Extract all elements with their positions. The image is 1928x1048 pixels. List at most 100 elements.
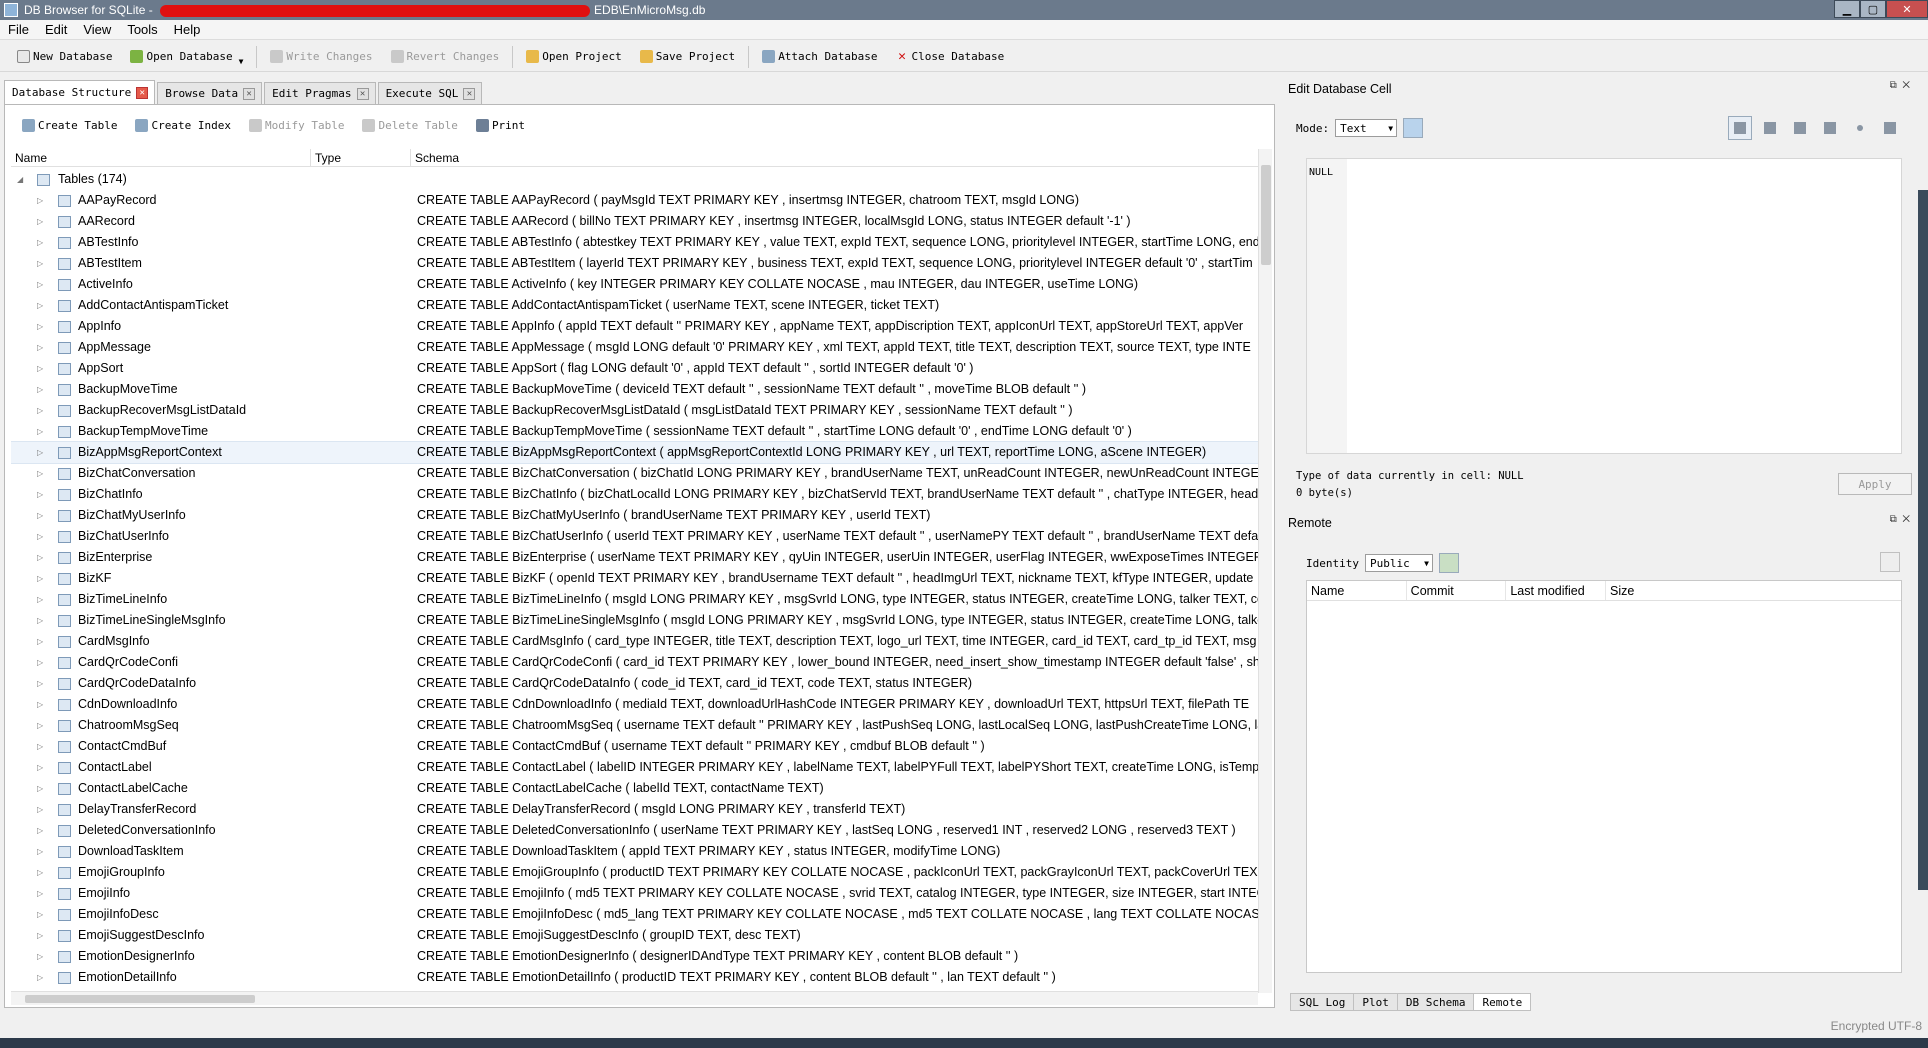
table-row[interactable]: ▷ BizChatInfo CREATE TABLE BizChatInfo ( b… bbox=[11, 484, 1258, 505]
table-row[interactable]: ▷ BizTimeLineSingleMsgInfo CREATE TABLE Bi… bbox=[11, 610, 1258, 631]
expand-arrow-icon[interactable]: ▷ bbox=[37, 568, 43, 589]
expand-arrow-icon[interactable]: ▷ bbox=[37, 778, 43, 799]
table-row[interactable]: ▷ EmotionDetailInfo CREATE TABLE EmotionDe… bbox=[11, 967, 1258, 988]
table-row[interactable]: ▷ EmojiInfoDesc CREATE TABLE EmojiInfoDesc… bbox=[11, 904, 1258, 925]
close-dock-icon[interactable]: ✕ bbox=[1902, 80, 1910, 91]
remote-push-button[interactable] bbox=[1880, 552, 1900, 572]
expand-arrow-icon[interactable]: ▷ bbox=[37, 442, 43, 463]
apply-button[interactable]: Apply bbox=[1838, 473, 1912, 495]
vertical-scrollbar[interactable] bbox=[1258, 149, 1272, 993]
scroll-thumb[interactable] bbox=[25, 995, 255, 1003]
expand-arrow-icon[interactable]: ▷ bbox=[37, 316, 43, 337]
expand-arrow-icon[interactable]: ▷ bbox=[37, 967, 43, 988]
menu-tools[interactable]: Tools bbox=[119, 22, 165, 37]
table-row[interactable]: ▷ BizChatUserInfo CREATE TABLE BizChatUser… bbox=[11, 526, 1258, 547]
cell-editor[interactable]: NULL bbox=[1306, 158, 1902, 454]
expand-arrow-icon[interactable]: ▷ bbox=[37, 358, 43, 379]
expand-arrow-icon[interactable]: ▷ bbox=[37, 715, 43, 736]
table-row[interactable]: ▷ DeletedConversationInfo CREATE TABLE Del… bbox=[11, 820, 1258, 841]
table-row[interactable]: ▷ AppMessage CREATE TABLE AppMessage ( msg… bbox=[11, 337, 1258, 358]
expand-arrow-icon[interactable]: ▷ bbox=[37, 505, 43, 526]
menu-help[interactable]: Help bbox=[166, 22, 209, 37]
open-database-dropdown-icon[interactable]: ▼ bbox=[239, 57, 244, 66]
table-row[interactable]: ▷ ContactLabel CREATE TABLE ContactLabel (… bbox=[11, 757, 1258, 778]
close-dock-icon[interactable]: ✕ bbox=[1902, 514, 1910, 525]
expand-arrow-icon[interactable]: ▷ bbox=[37, 820, 43, 841]
table-row[interactable]: ▷ AAPayRecord CREATE TABLE AAPayRecord ( p… bbox=[11, 190, 1258, 211]
close-tab-icon[interactable]: ✕ bbox=[463, 87, 476, 100]
remote-files-table[interactable]: Name Commit Last modified Size bbox=[1306, 580, 1902, 973]
close-tab-icon[interactable]: ✕ bbox=[356, 87, 369, 100]
expand-arrow-icon[interactable]: ▷ bbox=[37, 484, 43, 505]
table-row[interactable]: ▷ EmojiSuggestDescInfo CREATE TABLE EmojiS… bbox=[11, 925, 1258, 946]
column-header-name[interactable]: Name bbox=[11, 149, 311, 166]
close-database-button[interactable]: ✕ Close Database bbox=[887, 45, 1014, 69]
expand-arrow-icon[interactable]: ▷ bbox=[37, 610, 43, 631]
table-row[interactable]: ▷ EmotionDesignerInfo CREATE TABLE Emotion… bbox=[11, 946, 1258, 967]
table-row[interactable]: ▷ CardQrCodeConfi CREATE TABLE CardQrCodeC… bbox=[11, 652, 1258, 673]
table-row[interactable]: ▷ ABTestInfo CREATE TABLE ABTestInfo ( abt… bbox=[11, 232, 1258, 253]
expand-arrow-icon[interactable]: ▷ bbox=[37, 463, 43, 484]
table-row[interactable]: ▷ AppInfo CREATE TABLE AppInfo ( appId TEX… bbox=[11, 316, 1258, 337]
delete-table-button[interactable]: Delete Table bbox=[353, 113, 466, 137]
expand-arrow-icon[interactable]: ▷ bbox=[37, 904, 43, 925]
expand-arrow-icon[interactable]: ▷ bbox=[37, 295, 43, 316]
table-row[interactable]: ▷ CardQrCodeDataInfo CREATE TABLE CardQrCo… bbox=[11, 673, 1258, 694]
create-table-button[interactable]: Create Table bbox=[13, 113, 126, 137]
table-row[interactable]: ▷ BackupMoveTime CREATE TABLE BackupMoveTi… bbox=[11, 379, 1258, 400]
maximize-button[interactable]: ▢ bbox=[1860, 0, 1886, 18]
expand-arrow-icon[interactable]: ▷ bbox=[37, 673, 43, 694]
table-row[interactable]: ▷ ContactCmdBuf CREATE TABLE ContactCmdBuf… bbox=[11, 736, 1258, 757]
import-button[interactable] bbox=[1788, 116, 1812, 140]
open-project-button[interactable]: Open Project bbox=[517, 45, 630, 69]
horizontal-scrollbar[interactable] bbox=[11, 991, 1258, 1005]
modify-table-button[interactable]: Modify Table bbox=[240, 113, 353, 137]
create-index-button[interactable]: Create Index bbox=[126, 113, 239, 137]
identity-select[interactable]: Public ▼ bbox=[1364, 554, 1433, 572]
expand-arrow-icon[interactable]: ▷ bbox=[37, 757, 43, 778]
tab-edit-pragmas[interactable]: Edit Pragmas ✕ bbox=[264, 82, 376, 104]
table-row[interactable]: ▷ AppSort CREATE TABLE AppSort ( flag LONG… bbox=[11, 358, 1258, 379]
new-database-button[interactable]: New Database bbox=[8, 45, 121, 69]
tab-remote[interactable]: Remote bbox=[1473, 993, 1532, 1011]
word-wrap-button[interactable] bbox=[1728, 116, 1752, 140]
table-row[interactable]: ▷ BackupTempMoveTime CREATE TABLE BackupTe… bbox=[11, 421, 1258, 442]
set-null-button[interactable] bbox=[1848, 116, 1872, 140]
add-identity-button[interactable] bbox=[1438, 553, 1459, 573]
save-project-button[interactable]: Save Project bbox=[631, 45, 744, 69]
collapse-arrow-icon[interactable]: ◢ bbox=[17, 169, 23, 190]
table-row[interactable]: ▷ BizKF CREATE TABLE BizKF ( openId TEXT P… bbox=[11, 568, 1258, 589]
float-dock-icon[interactable]: ⧉ bbox=[1890, 514, 1897, 525]
print-cell-button[interactable] bbox=[1878, 116, 1902, 140]
expand-arrow-icon[interactable]: ▷ bbox=[37, 400, 43, 421]
expand-arrow-icon[interactable]: ▷ bbox=[37, 862, 43, 883]
print-button[interactable]: Print bbox=[467, 113, 534, 137]
table-row[interactable]: ▷ BizChatConversation CREATE TABLE BizChat… bbox=[11, 463, 1258, 484]
expand-arrow-icon[interactable]: ▷ bbox=[37, 232, 43, 253]
expand-arrow-icon[interactable]: ▷ bbox=[37, 946, 43, 967]
table-row[interactable]: ▷ BizChatMyUserInfo CREATE TABLE BizChatMy… bbox=[11, 505, 1258, 526]
table-row[interactable]: ▷ BizTimeLineInfo CREATE TABLE BizTimeLine… bbox=[11, 589, 1258, 610]
auto-switch-mode-button[interactable] bbox=[1403, 118, 1424, 138]
close-window-button[interactable]: ✕ bbox=[1886, 0, 1928, 18]
expand-arrow-icon[interactable]: ▷ bbox=[37, 526, 43, 547]
table-row[interactable]: ▷ EmojiInfo CREATE TABLE EmojiInfo ( md5 T… bbox=[11, 883, 1258, 904]
tab-sql-log[interactable]: SQL Log bbox=[1290, 993, 1355, 1011]
export-button[interactable] bbox=[1818, 116, 1842, 140]
menu-view[interactable]: View bbox=[75, 22, 119, 37]
expand-arrow-icon[interactable]: ▷ bbox=[37, 799, 43, 820]
expand-arrow-icon[interactable]: ▷ bbox=[37, 589, 43, 610]
table-row[interactable]: ▷ CardMsgInfo CREATE TABLE CardMsgInfo ( c… bbox=[11, 631, 1258, 652]
write-changes-button[interactable]: Write Changes bbox=[261, 45, 381, 69]
expand-arrow-icon[interactable]: ▷ bbox=[37, 841, 43, 862]
expand-arrow-icon[interactable]: ▷ bbox=[37, 253, 43, 274]
scroll-thumb[interactable] bbox=[1261, 165, 1271, 265]
table-row[interactable]: ▷ EmojiGroupInfo CREATE TABLE EmojiGroupIn… bbox=[11, 862, 1258, 883]
expand-arrow-icon[interactable]: ▷ bbox=[37, 421, 43, 442]
table-row[interactable]: ▷ BackupRecoverMsgListDataId CREATE TABLE … bbox=[11, 400, 1258, 421]
table-row[interactable]: ▷ CdnDownloadInfo CREATE TABLE CdnDownload… bbox=[11, 694, 1258, 715]
tables-group-row[interactable]: ◢ Tables (174) bbox=[11, 169, 1258, 190]
expand-arrow-icon[interactable]: ▷ bbox=[37, 211, 43, 232]
mode-select[interactable]: Text ▼ bbox=[1335, 119, 1398, 137]
float-dock-icon[interactable]: ⧉ bbox=[1890, 80, 1897, 91]
